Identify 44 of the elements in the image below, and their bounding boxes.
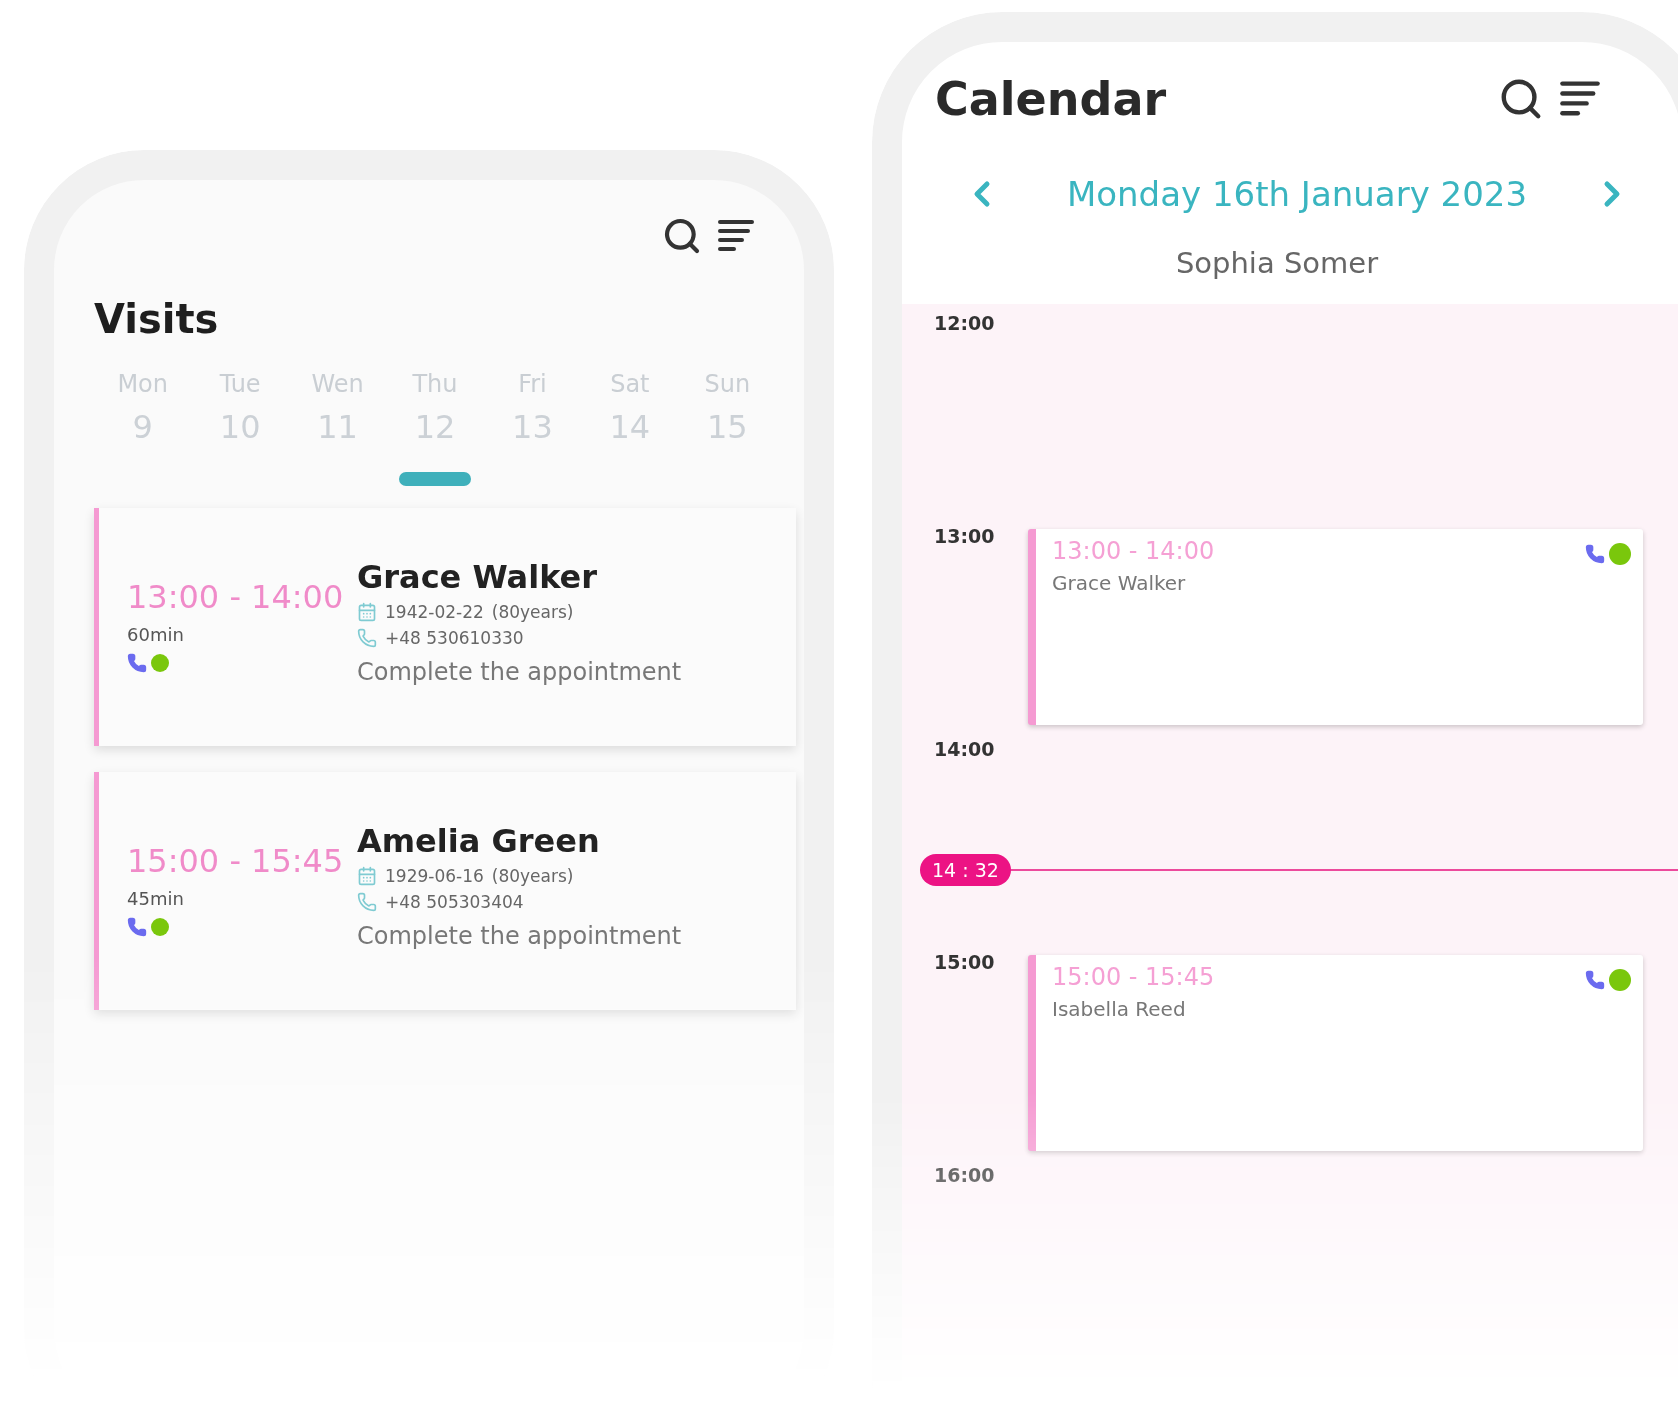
event-card[interactable]: 15:00 - 15:45 Isabella Reed: [1028, 955, 1643, 1151]
phone-icon: [127, 917, 147, 937]
hour-label: 16:00: [934, 1164, 995, 1186]
appointment-action[interactable]: Complete the appointment: [357, 658, 780, 686]
status-dot: [151, 654, 169, 672]
phone-icon: [357, 628, 377, 648]
appointment-duration: 60min: [127, 624, 185, 645]
phone-icon: [357, 892, 377, 912]
person-name: Sophia Somer: [1175, 246, 1379, 280]
hour-label: 15:00: [934, 951, 995, 973]
patient-name: Amelia Green: [357, 822, 601, 860]
current-date: Monday 16th January 2023: [1066, 174, 1528, 214]
phone-number: +48 505303404: [385, 892, 524, 912]
hour-label: 14:00: [934, 738, 995, 760]
status-dot: [1609, 969, 1631, 991]
birth-date: 1929-06-16: [385, 866, 484, 886]
appointment-duration: 45min: [127, 888, 185, 909]
screen-title: Visits: [94, 296, 220, 342]
event-name: Grace Walker: [1052, 571, 1187, 595]
event-card[interactable]: 13:00 - 14:00 Grace Walker: [1028, 529, 1643, 725]
patient-name: Grace Walker: [357, 558, 599, 596]
patient-age: (80years): [491, 866, 574, 886]
phone-icon: [127, 653, 147, 673]
event-time: 15:00 - 15:45: [1052, 963, 1215, 991]
search-icon[interactable]: [662, 216, 702, 256]
appointment-time: 15:00 - 15:45: [127, 842, 345, 880]
appointment-action[interactable]: Complete the appointment: [357, 922, 780, 950]
current-time-badge: 14 : 32: [920, 854, 1011, 886]
status-dot: [151, 918, 169, 936]
appointment-time: 13:00 - 14:00: [127, 578, 345, 616]
screen-title: Calendar: [935, 72, 1167, 126]
calendar-icon: [357, 602, 377, 622]
event-time: 13:00 - 14:00: [1052, 537, 1215, 565]
event-name: Isabella Reed: [1052, 997, 1187, 1021]
status-dot: [1609, 543, 1631, 565]
hour-label: 12:00: [934, 312, 995, 334]
birth-date: 1942-02-22: [385, 602, 484, 622]
phone-icon: [1585, 970, 1605, 990]
phone-icon: [1585, 544, 1605, 564]
calendar-icon: [357, 866, 377, 886]
hour-label: 13:00: [934, 525, 995, 547]
drag-handle[interactable]: [399, 472, 471, 486]
patient-age: (80years): [491, 602, 574, 622]
phone-number: +48 530610330: [385, 628, 524, 648]
